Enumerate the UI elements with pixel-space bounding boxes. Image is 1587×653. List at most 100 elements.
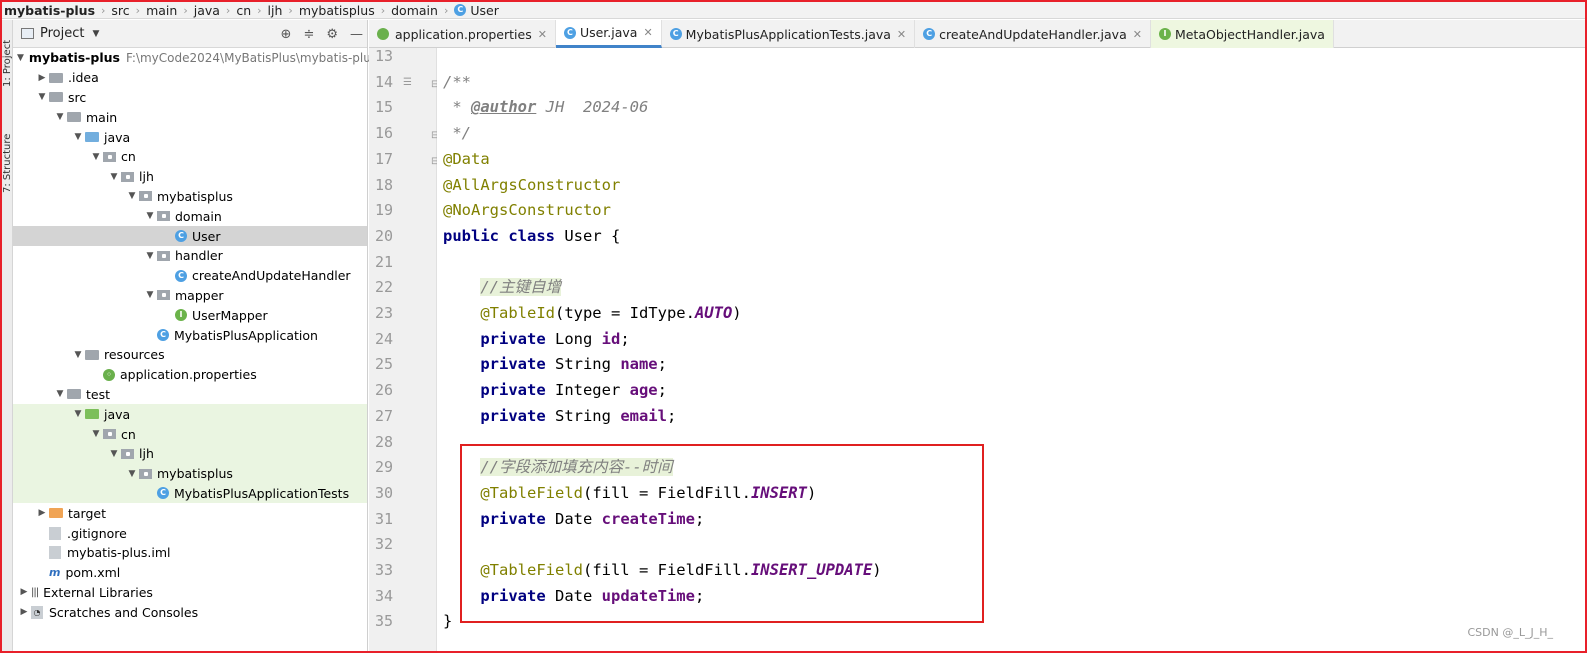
tree-item[interactable]: ▼ src (13, 88, 367, 108)
tree-item[interactable]: ▶ target (13, 503, 367, 523)
editor-tab[interactable]: CcreateAndUpdateHandler.java ✕ (915, 20, 1151, 48)
tree-item[interactable]: ▼ main (13, 107, 367, 127)
tree-item[interactable]: I UserMapper (13, 305, 367, 325)
tree-item[interactable]: C MybatisPlusApplication (13, 325, 367, 345)
breadcrumb-separator-icon: › (380, 3, 386, 17)
tree-item[interactable]: ▼ cn (13, 147, 367, 167)
chevron-down-icon[interactable]: ▼ (92, 29, 99, 39)
tree-item[interactable]: ▼ mybatis-plus F:\myCode2024\MyBatisPlus\m… (13, 48, 371, 68)
editor-tab[interactable]: C MybatisPlusApplicationTests.java ✕ (662, 20, 916, 48)
tree-item[interactable]: .gitignore (13, 523, 367, 543)
close-icon[interactable]: ✕ (1133, 28, 1142, 41)
structure-tool-tab[interactable]: 7: Structure (2, 118, 13, 208)
breadcrumb-item[interactable]: mybatisplus (299, 3, 375, 18)
code-editor[interactable]: /** * @author JH 2024-06 */ @Data @AllArgs… (437, 48, 1585, 651)
tree-item[interactable]: ▼ java (13, 404, 367, 425)
editor-tab-bar: application.properties ✕ C User.java ✕ C Mybat… (369, 20, 1585, 48)
expand-down-icon[interactable]: ▼ (125, 191, 139, 201)
breadcrumb: mybatis-plus › src › main › java › cn › ljh › mybati… (2, 2, 1585, 19)
collapse-all-icon[interactable]: ≑ (303, 27, 314, 42)
code-token: JH 2024-06 (536, 98, 649, 117)
close-icon[interactable]: ✕ (897, 28, 906, 41)
code-token: @TableField (480, 483, 583, 502)
expand-down-icon[interactable]: ▼ (107, 449, 121, 459)
tree-item-label: pom.xml (65, 565, 121, 581)
expand-down-icon[interactable]: ▼ (107, 172, 121, 182)
gear-icon[interactable]: ⚙ (326, 27, 338, 42)
locate-icon[interactable]: ⊕ (281, 27, 292, 42)
breadcrumb-item[interactable]: src (111, 3, 129, 18)
expand-down-icon[interactable]: ▼ (53, 112, 67, 122)
tree-item[interactable]: ▼ test (13, 385, 367, 405)
expand-right-icon[interactable]: ▶ (35, 508, 49, 518)
tree-item[interactable]: ▼ resources (13, 345, 367, 365)
tree-item[interactable]: ▶ ||| External Libraries (13, 583, 367, 603)
expand-down-icon[interactable]: ▼ (143, 290, 157, 300)
editor-tab[interactable]: C User.java ✕ (555, 20, 662, 48)
tree-item[interactable]: ▼ mybatisplus (13, 187, 367, 207)
expand-down-icon[interactable]: ▼ (89, 429, 103, 439)
expand-down-icon[interactable]: ▼ (89, 152, 103, 162)
tree-item[interactable]: C User (13, 226, 367, 246)
tree-item[interactable]: m pom.xml (13, 563, 367, 583)
project-view-title[interactable]: Project (40, 26, 84, 41)
tree-item[interactable]: ▶ .idea (13, 68, 367, 88)
breadcrumb-label: domain (391, 2, 438, 18)
code-line: /** (443, 69, 471, 95)
minimize-icon[interactable]: — (350, 27, 363, 42)
expand-down-icon[interactable]: ▼ (35, 92, 49, 102)
tree-item[interactable]: CcreateAndUpdateHandler (13, 266, 367, 286)
tree-item[interactable]: ▼ cn (13, 424, 367, 444)
code-line: @Data (443, 146, 490, 172)
expand-down-icon[interactable]: ▼ (143, 251, 157, 261)
expand-down-icon[interactable]: ▼ (143, 211, 157, 221)
breadcrumb-item[interactable]: domain (391, 3, 438, 18)
breadcrumb-item[interactable]: cn (236, 3, 251, 18)
project-tool-tab[interactable]: 1: Project (2, 28, 13, 98)
tree-item[interactable]: ▼ java (13, 127, 367, 147)
tree-item[interactable]: ▼ mapper (13, 286, 367, 306)
tree-item-label: External Libraries (43, 584, 153, 600)
expand-down-icon[interactable]: ▼ (53, 389, 67, 399)
editor-tab[interactable]: application.properties ✕ (369, 20, 556, 48)
breadcrumb-item[interactable]: mybatis-plus (4, 3, 95, 18)
doc-render-icon[interactable]: ☰ (403, 77, 412, 88)
breadcrumb-item[interactable]: C User (454, 3, 499, 18)
breadcrumb-item[interactable]: java (194, 3, 220, 18)
tree-item-label: User (192, 228, 221, 244)
project-panel: Project ▼ ⊕ ≑ ⚙ — ▼ mybatis-plus F:\myCode… (13, 20, 371, 651)
code-token: name (620, 355, 658, 374)
tree-item-label: mybatis-plus.iml (67, 545, 171, 561)
expand-down-icon[interactable]: ▼ (71, 132, 85, 142)
tree-item[interactable]: C MybatisPlusApplicationTests (13, 483, 367, 504)
expand-down-icon[interactable]: ▼ (17, 53, 24, 63)
close-icon[interactable]: ✕ (538, 28, 547, 41)
tree-item[interactable]: ▼ ljh (13, 443, 367, 464)
tree-item[interactable]: mybatis-plus.iml (13, 543, 367, 563)
tree-item[interactable]: ▼ domain (13, 206, 367, 226)
expand-down-icon[interactable]: ▼ (71, 409, 85, 419)
tree-item[interactable]: ◦ application.properties (13, 365, 367, 385)
breadcrumb-separator-icon: › (225, 3, 231, 17)
tree-item[interactable]: ▼ handler (13, 246, 367, 266)
folder-icon (49, 92, 63, 103)
close-icon[interactable]: ✕ (643, 26, 652, 39)
package-icon (157, 250, 170, 261)
code-token: (fill = FieldFill. (582, 561, 751, 579)
tree-item[interactable]: ▶ ◔ Scratches and Consoles (13, 602, 367, 622)
expand-down-icon[interactable]: ▼ (71, 350, 85, 360)
tree-item[interactable]: ▼ mybatisplus (13, 463, 367, 484)
expand-right-icon[interactable]: ▶ (17, 607, 31, 617)
code-token: } (443, 612, 453, 631)
editor-tab[interactable]: I MetaObjectHandler.java (1150, 20, 1334, 48)
breadcrumb-item[interactable]: main (146, 3, 177, 18)
expand-right-icon[interactable]: ▶ (17, 587, 31, 597)
tree-item-label: resources (104, 347, 165, 363)
test-folder-icon (85, 409, 99, 420)
breadcrumb-item[interactable]: ljh (268, 3, 283, 18)
expand-down-icon[interactable]: ▼ (125, 469, 139, 479)
tree-item[interactable]: ▼ ljh (13, 167, 367, 187)
expand-right-icon[interactable]: ▶ (35, 73, 49, 83)
